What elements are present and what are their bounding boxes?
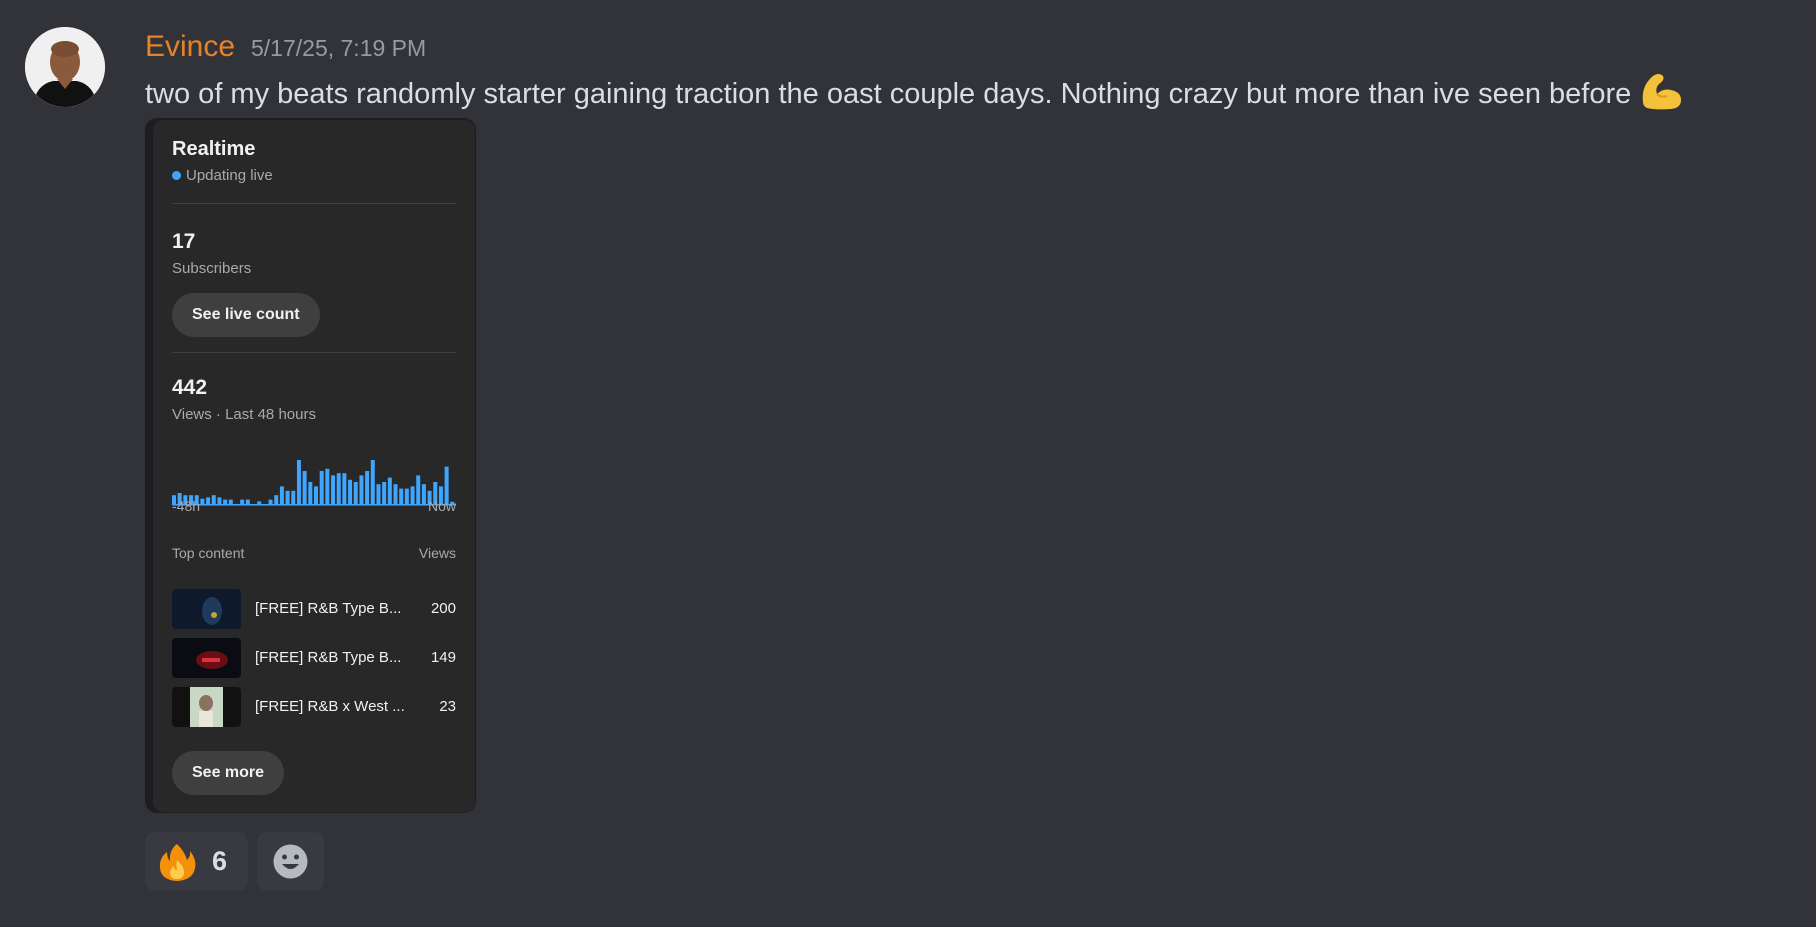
analytics-screenshot[interactable]: Realtime Updating live 17 Subscribers Se…: [145, 118, 476, 813]
chart-bar: [382, 482, 387, 504]
message-timestamp: 5/17/25, 7:19 PM: [251, 35, 427, 61]
chart-bar: [410, 486, 415, 504]
live-dot-icon: [172, 171, 181, 180]
views-label: Views · Last 48 hours: [172, 406, 316, 423]
add-reaction-button[interactable]: [257, 832, 324, 891]
chart-bar: [399, 488, 404, 504]
chart-bar: [211, 495, 216, 504]
chart-bar: [393, 484, 398, 504]
chart-bar: [387, 477, 392, 504]
chart-bar: [325, 468, 330, 504]
top-content-row: [FREE] R&B Type B... 149: [172, 638, 456, 678]
chart-bar: [416, 475, 421, 504]
chart-bar: [421, 484, 426, 504]
realtime-card: Realtime Updating live 17 Subscribers Se…: [153, 120, 475, 812]
top-content-row: [FREE] R&B x West ... 23: [172, 687, 456, 727]
content-views: 23: [439, 698, 456, 715]
chart-axis-start: -48h: [172, 498, 201, 514]
subscribers-count: 17: [172, 230, 196, 253]
chart-bar: [200, 498, 205, 504]
card-title: Realtime: [172, 138, 256, 160]
chart-bar: [274, 495, 279, 504]
fire-icon: [157, 842, 197, 887]
chart-baseline: [172, 504, 456, 506]
chart-bar: [285, 490, 290, 504]
chart-bar: [302, 471, 307, 504]
views-column-header: Views: [418, 545, 456, 561]
avatar[interactable]: [25, 27, 105, 107]
chart-bar: [331, 475, 336, 504]
chart-bar: [217, 497, 222, 504]
see-live-count-button: See live count: [172, 293, 320, 337]
smiley-icon: [272, 843, 309, 885]
chart-bar: [314, 486, 318, 504]
views-count: 442: [172, 376, 208, 399]
chart-bar: [308, 482, 313, 504]
video-thumbnail: [172, 687, 241, 727]
content-views: 149: [430, 649, 456, 666]
chart-bar: [359, 475, 364, 504]
fire-reaction[interactable]: 6: [145, 832, 248, 891]
chart-bar: [245, 499, 250, 504]
message-text: two of my beats randomly starter gaining…: [145, 78, 1632, 111]
chart-bar: [353, 482, 358, 504]
flexed-biceps-icon: [1637, 68, 1685, 123]
message-text-row: two of my beats randomly starter gaining…: [145, 68, 1685, 123]
chart-bar: [206, 497, 211, 504]
chart-axis-end: Now: [427, 498, 456, 514]
chart-bar: [223, 499, 228, 504]
chart-bar: [291, 490, 296, 504]
chart-bar: [404, 488, 409, 504]
content-title: [FREE] R&B Type B...: [255, 600, 402, 617]
see-more-button: See more: [172, 751, 285, 795]
divider: [172, 352, 456, 353]
chart-bar: [257, 501, 262, 504]
chart-bar: [376, 484, 381, 504]
message-author[interactable]: Evince: [145, 28, 235, 66]
chart-bar: [268, 499, 273, 504]
chart-bar: [240, 499, 245, 504]
subscribers-label: Subscribers: [172, 260, 252, 277]
live-label: Updating live: [186, 167, 273, 184]
chart-bar: [342, 473, 347, 504]
content-views: 200: [430, 600, 456, 617]
divider: [172, 203, 456, 204]
top-content-header: Top content: [172, 545, 245, 561]
content-title: [FREE] R&B x West ...: [255, 698, 405, 715]
chart-bar: [336, 473, 341, 504]
reaction-count: 6: [212, 846, 228, 876]
chart-bar: [319, 471, 324, 504]
content-title: [FREE] R&B Type B...: [255, 649, 402, 666]
chart-bar: [296, 460, 301, 504]
top-content-row: [FREE] R&B Type B... 200: [172, 589, 456, 629]
views-bar-chart: [172, 460, 456, 506]
chart-bar: [348, 479, 353, 504]
live-indicator: Updating live: [172, 167, 273, 184]
chart-bar: [370, 460, 375, 504]
video-thumbnail: [172, 589, 241, 629]
chart-bar: [365, 471, 370, 504]
chart-bar: [228, 499, 233, 504]
video-thumbnail: [172, 638, 241, 678]
chart-bar: [279, 486, 284, 504]
